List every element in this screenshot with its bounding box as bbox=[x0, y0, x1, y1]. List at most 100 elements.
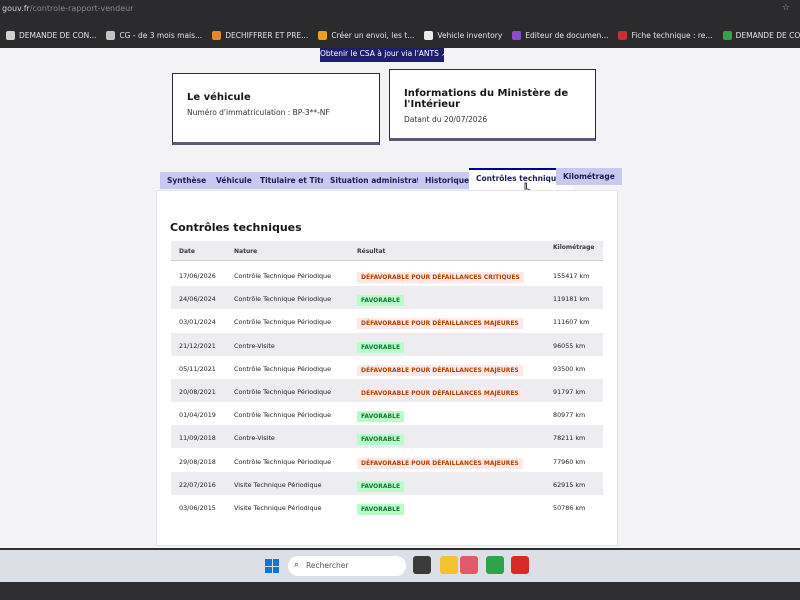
bookmark-label: Créer un envoi, les t... bbox=[331, 30, 415, 40]
bookmark-label: DEMANDE DE CON... bbox=[19, 30, 97, 40]
tab-kilometrage[interactable]: Kilométrage bbox=[556, 168, 622, 185]
col-result: Résultat bbox=[357, 248, 386, 255]
bookmark-item[interactable]: DEMANDE DE CON... bbox=[722, 30, 800, 40]
status-badge: FAVORABLE bbox=[357, 480, 405, 492]
cell-date: 03/06/2015 bbox=[179, 504, 216, 512]
bookmark-label: Fiche technique : re... bbox=[631, 30, 713, 40]
status-badge: FAVORABLE bbox=[357, 341, 405, 353]
cell-nature: Visite Technique Périodique bbox=[234, 504, 322, 512]
table-row: 29/08/2018 Contrôle Technique Périodique D… bbox=[171, 449, 603, 472]
table-row: 03/01/2024 Contrôle Technique Périodique D… bbox=[171, 309, 603, 332]
bookmark-item[interactable]: Vehicle inventory bbox=[424, 30, 503, 40]
controles-panel: Contrôles techniques Date Nature Résulta… bbox=[156, 190, 618, 546]
bookmark-favicon-icon bbox=[424, 30, 434, 40]
cell-km: 119181 km bbox=[553, 295, 590, 304]
bookmark-item[interactable]: Editeur de documen... bbox=[512, 30, 608, 40]
tab-historique[interactable]: Historique bbox=[418, 172, 477, 189]
windows-start-icon[interactable] bbox=[265, 559, 279, 573]
bookmark-item[interactable]: DECHIFFRER ET PRE... bbox=[212, 30, 309, 40]
table-row: 17/06/2026 Contrôle Technique Périodique D… bbox=[171, 263, 603, 286]
col-date: Date bbox=[179, 248, 195, 255]
bookmark-favicon-icon bbox=[512, 30, 522, 40]
col-km: Kilométrage bbox=[553, 244, 595, 251]
table-row: 20/08/2021 Contrôle Technique Périodique D… bbox=[171, 379, 603, 402]
bookmark-favicon-icon bbox=[618, 30, 628, 40]
status-badge: FAVORABLE bbox=[357, 504, 405, 515]
bookmark-item[interactable]: DEMANDE DE CON... bbox=[6, 30, 97, 40]
cell-date: 05/11/2021 bbox=[179, 364, 216, 373]
cell-date: 20/08/2021 bbox=[179, 388, 216, 396]
tab-vehicule[interactable]: Véhicule bbox=[209, 172, 259, 189]
ants-update-label: Obtenir le CSA à jour via l'ANTS bbox=[320, 49, 439, 58]
bookmark-label: CG - de 3 mois mais... bbox=[119, 30, 203, 40]
status-badge: DÉFAVORABLE POUR DÉFAILLANCES MAJEURES bbox=[357, 318, 523, 330]
cell-km: 96055 km bbox=[553, 341, 586, 350]
store-app-icon[interactable] bbox=[460, 556, 478, 574]
col-nature: Nature bbox=[234, 248, 258, 255]
table-row: 05/11/2021 Contrôle Technique Périodique D… bbox=[171, 356, 603, 379]
cell-date: 24/06/2024 bbox=[179, 295, 216, 304]
url-path: /controle-rapport-vendeur bbox=[29, 4, 134, 13]
status-badge: DÉFAVORABLE POUR DÉFAILLANCES MAJEURES bbox=[357, 457, 523, 469]
url-domain: gouv.fr bbox=[2, 4, 30, 13]
bookmark-favicon-icon bbox=[722, 30, 732, 40]
cell-date: 01/04/2019 bbox=[179, 411, 216, 420]
cell-km: 91797 km bbox=[553, 388, 586, 396]
acrobat-icon[interactable] bbox=[511, 556, 529, 574]
cell-km: 50786 km bbox=[553, 504, 586, 512]
cell-nature: Contrôle Technique Périodique bbox=[234, 364, 332, 373]
cell-nature: Contrôle Technique Périodique bbox=[234, 457, 332, 466]
cell-date: 03/01/2024 bbox=[179, 318, 216, 327]
cell-km: 78211 km bbox=[553, 434, 586, 443]
tab-synthese[interactable]: Synthèse bbox=[160, 172, 214, 189]
address-bar[interactable]: gouv.fr/controle-rapport-vendeur ☆ bbox=[0, 0, 800, 22]
bookmark-label: DEMANDE DE CON... bbox=[735, 30, 800, 40]
cell-nature: Contrôle Technique Périodique bbox=[234, 295, 332, 304]
plate-number: Numéro d'immatriculation : BP-3**-NF bbox=[187, 108, 330, 117]
bookmarks-bar: DEMANDE DE CON... CG - de 3 mois mais... D… bbox=[0, 22, 800, 48]
ministry-date: Datant du 20/07/2026 bbox=[404, 115, 488, 124]
cell-nature: Contre-Visite bbox=[234, 434, 275, 443]
bookmark-favicon-icon bbox=[318, 30, 328, 40]
page-content: Obtenir le CSA à jour via l'ANTS ↗ Le vé… bbox=[0, 48, 800, 548]
file-explorer-icon[interactable] bbox=[440, 556, 458, 574]
status-badge: FAVORABLE bbox=[357, 295, 405, 307]
search-icon: ⌕ bbox=[294, 560, 300, 570]
bookmark-item[interactable]: Fiche technique : re... bbox=[618, 30, 713, 40]
bookmark-label: DECHIFFRER ET PRE... bbox=[225, 30, 309, 40]
taskbar: ⌕ Rechercher bbox=[0, 550, 800, 582]
status-badge: DÉFAVORABLE POUR DÉFAILLANCES MAJEURES bbox=[357, 364, 523, 376]
cell-km: 77960 km bbox=[553, 457, 586, 466]
chrome-icon[interactable] bbox=[486, 556, 504, 574]
vehicle-card-title: Le véhicule bbox=[187, 92, 251, 103]
table-row: 01/04/2019 Contrôle Technique Périodique F… bbox=[171, 402, 603, 425]
table-row: 11/09/2018 Contre-Visite FAVORABLE 78211 km bbox=[171, 425, 603, 449]
cell-km: 155417 km bbox=[553, 272, 590, 280]
task-view-icon[interactable] bbox=[413, 556, 431, 574]
cell-km: 93500 km bbox=[553, 364, 586, 373]
cell-nature: Contrôle Technique Périodique bbox=[234, 388, 332, 396]
cell-nature: Visite Technique Périodique bbox=[234, 480, 322, 489]
status-badge: FAVORABLE bbox=[357, 411, 405, 423]
table-row: 22/07/2016 Visite Technique Périodique FAV… bbox=[171, 471, 603, 495]
taskbar-search[interactable]: ⌕ Rechercher bbox=[288, 556, 406, 576]
table-header: Date Nature Résultat Kilométrage bbox=[171, 241, 603, 261]
cell-km: 111607 km bbox=[553, 318, 590, 327]
cell-date: 17/06/2026 bbox=[179, 272, 216, 280]
bookmark-item[interactable]: Créer un envoi, les t... bbox=[318, 30, 415, 40]
cell-km: 80977 km bbox=[553, 411, 586, 420]
vehicle-card: Le véhicule Numéro d'immatriculation : B… bbox=[172, 73, 380, 145]
ministry-card: Informations du Ministère de l'Intérieur… bbox=[389, 69, 596, 141]
table-row: 03/06/2015 Visite Technique Périodique FAV… bbox=[171, 495, 603, 518]
bookmark-star-icon[interactable]: ☆ bbox=[782, 3, 790, 13]
cell-date: 21/12/2021 bbox=[179, 341, 216, 350]
bookmark-favicon-icon bbox=[6, 30, 15, 40]
status-badge: DÉFAVORABLE POUR DÉFAILLANCES CRITIQUES bbox=[357, 272, 524, 283]
bookmark-item[interactable]: CG - de 3 mois mais... bbox=[106, 30, 203, 40]
taskbar-search-placeholder: Rechercher bbox=[306, 561, 349, 570]
cell-date: 29/08/2018 bbox=[179, 457, 216, 466]
cell-date: 22/07/2016 bbox=[179, 480, 216, 489]
ants-update-button[interactable]: Obtenir le CSA à jour via l'ANTS ↗ bbox=[320, 48, 444, 62]
bookmark-label: Vehicle inventory bbox=[437, 30, 503, 40]
cell-nature: Contrôle Technique Périodique bbox=[234, 272, 332, 280]
